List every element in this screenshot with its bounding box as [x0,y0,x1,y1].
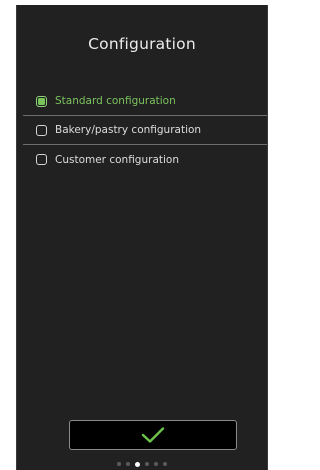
page-dot [145,462,149,466]
page-indicator [17,461,267,467]
page-dot [163,462,167,466]
checkbox-icon[interactable] [36,154,47,165]
option-label: Customer configuration [55,153,179,166]
option-standard-configuration[interactable]: Standard configuration [23,87,267,116]
checkbox-icon[interactable] [36,124,47,136]
checkbox-icon[interactable] [36,95,47,107]
configuration-options: Standard configuration Bakery/pastry con… [23,87,267,174]
configuration-screen: Configuration Standard configuration Bak… [16,5,268,470]
option-bakery-pastry-configuration[interactable]: Bakery/pastry configuration [23,116,267,145]
page-dot-active [135,461,140,467]
confirm-button[interactable] [69,420,237,450]
page-dot [117,462,121,466]
option-label: Bakery/pastry configuration [55,124,202,136]
checkmark-icon [141,427,165,443]
page-dot [154,462,158,466]
page-dot [126,462,130,466]
page-title: Configuration [88,35,196,53]
option-customer-configuration[interactable]: Customer configuration [23,145,267,174]
option-label: Standard configuration [55,95,176,107]
